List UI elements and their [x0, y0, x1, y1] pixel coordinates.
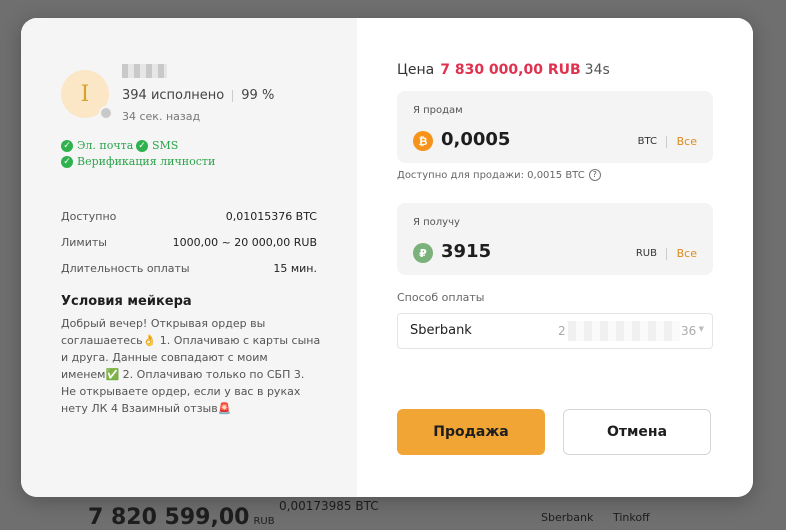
receive-amount-box[interactable]: Я получу ₽ 3915 RUB Все	[397, 203, 713, 275]
price-timer: 34s	[584, 62, 610, 78]
sell-amount-box[interactable]: Я продам ₿ 0,0005 BTC Все	[397, 91, 713, 163]
sell-all-button[interactable]: Все	[677, 135, 697, 148]
verification-sms: ✓ SMS	[136, 139, 178, 152]
price-line: Цена 7 830 000,00 RUB 34s	[397, 62, 610, 78]
maker-panel: I 394 исполнено 99 % 34 сек. назад ✓ Эл. п…	[21, 18, 357, 497]
duration-row: Длительность оплаты 15 мин.	[61, 262, 317, 275]
sell-amount-input[interactable]: 0,0005	[441, 129, 510, 150]
order-modal: I 394 исполнено 99 % 34 сек. назад ✓ Эл. п…	[21, 18, 753, 497]
receive-amount-input[interactable]: 3915	[441, 241, 491, 262]
help-icon[interactable]: ?	[588, 169, 601, 181]
sell-button[interactable]: Продажа	[397, 409, 545, 455]
payment-account-end: 36	[681, 324, 697, 338]
limits-row: Лимиты 1000,00 ~ 20 000,00 RUB	[61, 236, 317, 249]
stats-divider	[232, 89, 234, 102]
last-seen: 34 сек. назад	[122, 110, 201, 123]
payment-account-start: 2	[558, 324, 566, 338]
check-icon: ✓	[61, 155, 73, 168]
online-status-dot	[99, 106, 113, 120]
payment-account-redacted	[568, 321, 680, 341]
receive-all-button[interactable]: Все	[677, 247, 697, 260]
verification-email: ✓ Эл. почта	[61, 139, 133, 152]
maker-name-redacted[interactable]	[122, 64, 167, 78]
chevron-down-icon: ▼	[698, 325, 704, 333]
available-for-sale: Доступно для продажи: 0,0015 BTC?	[397, 169, 601, 181]
order-form: Цена 7 830 000,00 RUB 34s Я продам ₿ 0,000…	[357, 18, 753, 497]
cancel-button[interactable]: Отмена	[563, 409, 711, 455]
payment-method-label: Способ оплаты	[397, 291, 485, 304]
orders-completed: 394 исполнено	[122, 88, 225, 103]
completion-rate: 99 %	[241, 88, 275, 103]
conditions-title: Условия мейкера	[61, 294, 192, 309]
price-value: 7 830 000,00 RUB	[440, 62, 581, 78]
bitcoin-icon: ₿	[413, 131, 433, 151]
maker-stats: 394 исполнено 99 %	[122, 88, 274, 103]
check-icon: ✓	[61, 139, 73, 152]
ruble-icon: ₽	[413, 243, 433, 263]
payment-method-select[interactable]: Sberbank 2 36 ▼	[397, 313, 713, 349]
conditions-text: Добрый вечер! Открывая ордер вы соглашае…	[61, 317, 321, 415]
check-icon: ✓	[136, 139, 148, 152]
verification-identity: ✓ Верификация личности	[61, 155, 215, 168]
available-row: Доступно 0,01015376 BTC	[61, 210, 317, 223]
